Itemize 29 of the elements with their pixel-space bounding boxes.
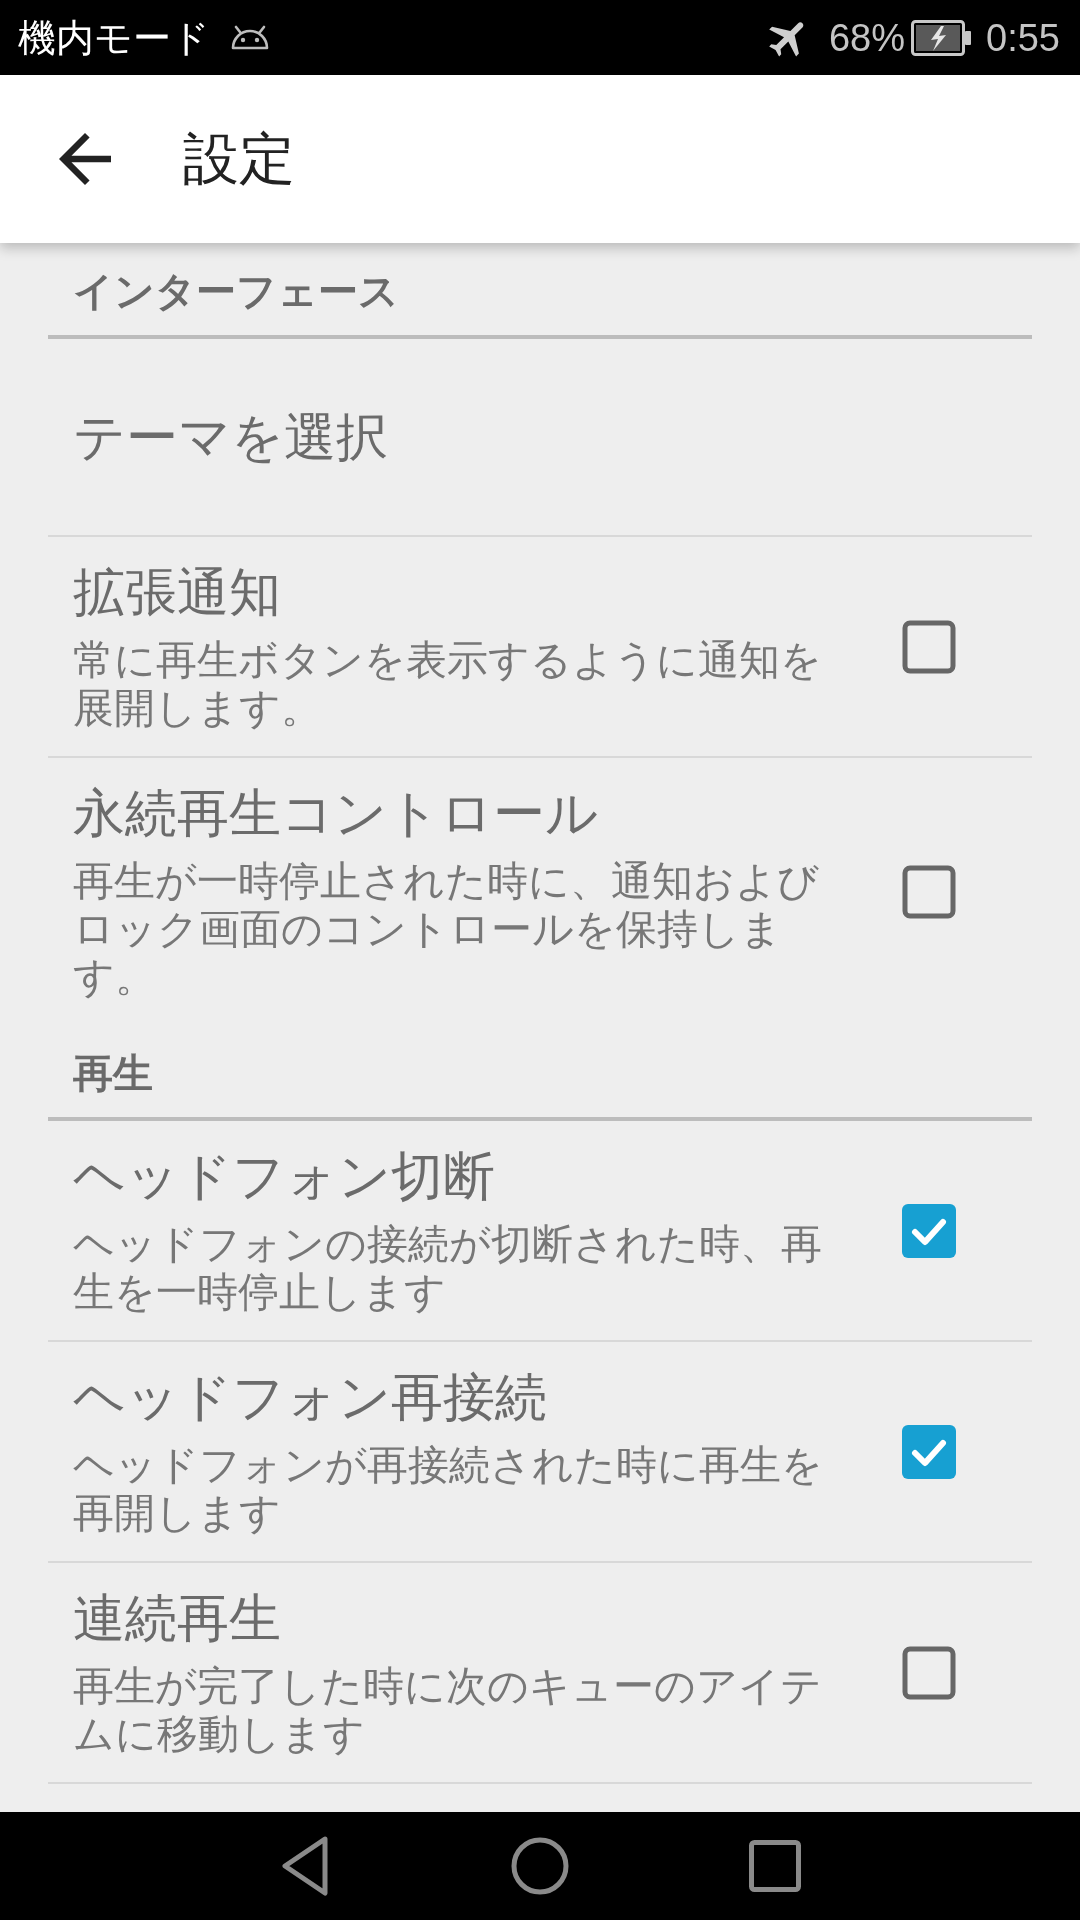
setting-summary: ヘッドフォンが再接続された時に再生を再開します xyxy=(73,1441,823,1537)
setting-title: ヘッドフォン再接続 xyxy=(73,1367,547,1428)
robot-icon xyxy=(230,24,270,51)
back-button[interactable] xyxy=(59,133,111,185)
recents-icon[interactable] xyxy=(749,1840,801,1892)
checkbox[interactable] xyxy=(902,1645,956,1700)
clock: 0:55 xyxy=(986,15,1060,60)
section-header: 再生 xyxy=(72,1050,154,1097)
airplane-mode-label: 機内モード xyxy=(18,15,210,60)
setting-title: ヘッドフォン切断 xyxy=(73,1146,495,1207)
setting-summary: 再生が一時停止された時に、通知およびロック画面のコントロールを保持します。 xyxy=(73,857,820,1001)
setting-title: 永続再生コントロール xyxy=(73,783,598,844)
back-icon[interactable] xyxy=(279,1835,331,1897)
setting-summary: 常に再生ボタンを表示するように通知を展開します。 xyxy=(73,636,823,732)
setting-title: 拡張通知 xyxy=(73,562,281,623)
battery-charging-icon xyxy=(911,19,973,56)
back-icon xyxy=(59,133,111,185)
screen-title: 設定 xyxy=(183,126,295,192)
battery-percent: 68% xyxy=(828,15,906,60)
setting-summary: 再生が完了した時に次のキューのアイテムに移動します xyxy=(73,1662,823,1758)
checkbox[interactable] xyxy=(902,864,956,919)
setting-title: 連続再生 xyxy=(73,1588,281,1649)
home-icon[interactable] xyxy=(511,1837,569,1895)
setting-summary: ヘッドフォンの接続が切断された時、再生を一時停止します xyxy=(73,1220,823,1316)
setting-title[interactable]: テーマを選択 xyxy=(73,406,388,468)
checkbox[interactable] xyxy=(902,619,956,674)
section-header: インターフェース xyxy=(72,268,400,315)
checkbox[interactable] xyxy=(902,1424,956,1479)
checkbox[interactable] xyxy=(902,1203,956,1258)
